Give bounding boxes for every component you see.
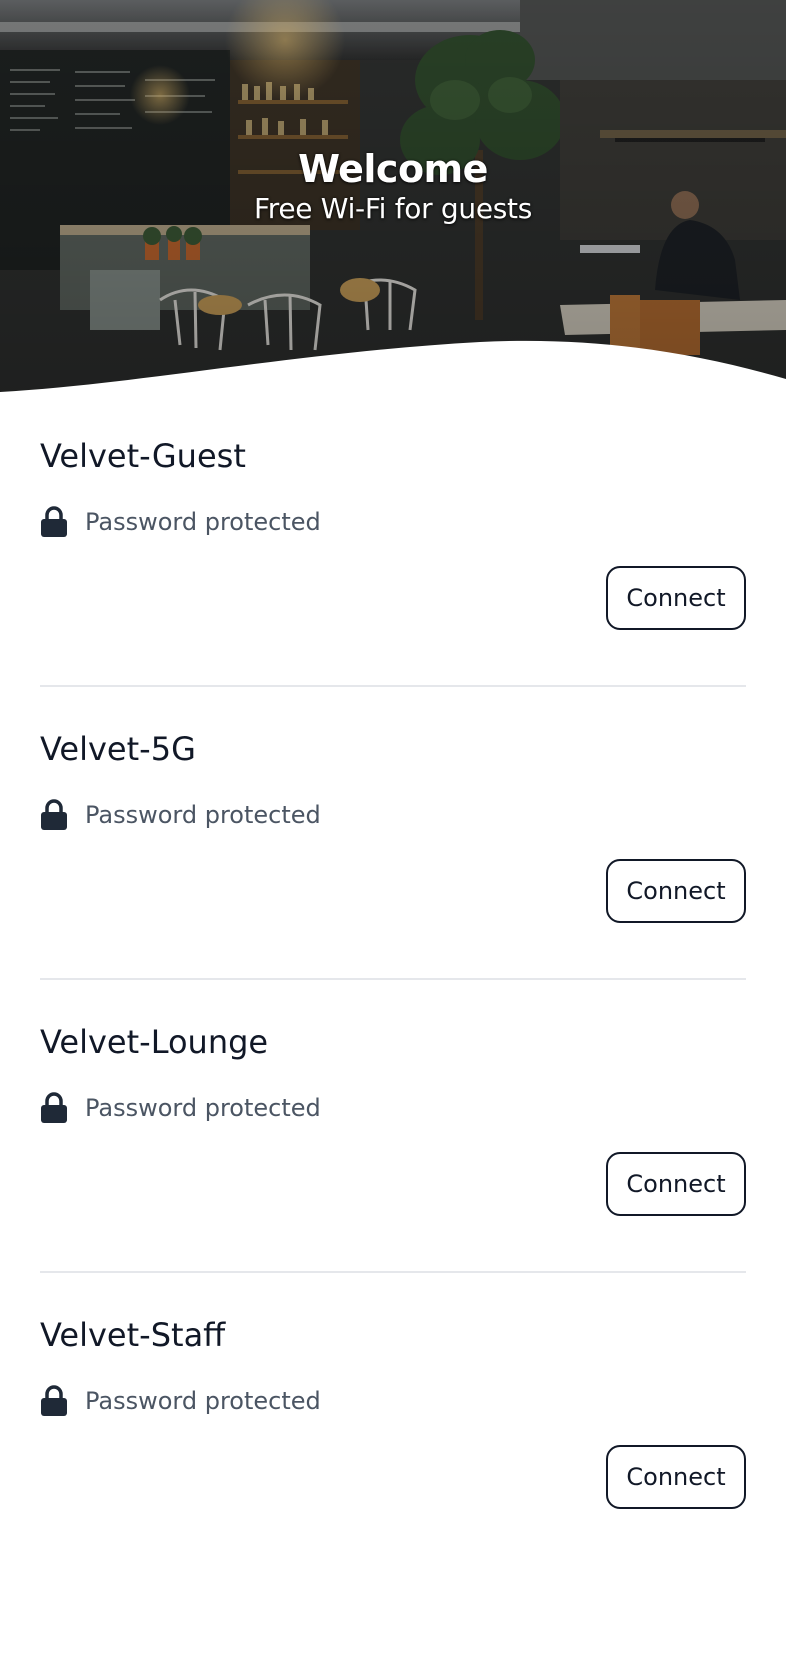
lock-icon	[41, 799, 67, 830]
connect-button[interactable]: Connect	[606, 1445, 746, 1509]
network-item: Velvet-Lounge Password protected Connect	[40, 980, 746, 1273]
lock-icon	[41, 1385, 67, 1416]
network-name: Velvet-Guest	[40, 437, 246, 475]
hero-wave-divider	[0, 340, 786, 394]
network-name: Velvet-5G	[40, 730, 196, 768]
security-label: Password protected	[85, 508, 321, 536]
network-security: Password protected	[40, 1092, 321, 1124]
connect-button[interactable]: Connect	[606, 859, 746, 923]
hero-title: Welcome	[298, 147, 488, 191]
connect-button[interactable]: Connect	[606, 1152, 746, 1216]
hero-banner: Welcome Free Wi-Fi for guests	[0, 0, 786, 394]
network-name: Velvet-Lounge	[40, 1023, 269, 1061]
lock-icon	[41, 506, 67, 537]
network-list: Velvet-Guest Password protected Connect …	[40, 394, 746, 1566]
security-label: Password protected	[85, 1094, 321, 1122]
hero-heading: Welcome Free Wi-Fi for guests	[0, 146, 786, 226]
lock-icon	[41, 1092, 67, 1123]
network-item: Velvet-Staff Password protected Connect	[40, 1273, 746, 1566]
hero-subtitle: Free Wi-Fi for guests	[253, 192, 533, 225]
security-label: Password protected	[85, 801, 321, 829]
network-security: Password protected	[40, 1385, 321, 1417]
network-name: Velvet-Staff	[40, 1316, 226, 1354]
network-item: Velvet-5G Password protected Connect	[40, 687, 746, 980]
connect-button[interactable]: Connect	[606, 566, 746, 630]
network-security: Password protected	[40, 506, 321, 538]
network-item: Velvet-Guest Password protected Connect	[40, 394, 746, 687]
network-security: Password protected	[40, 799, 321, 831]
security-label: Password protected	[85, 1387, 321, 1415]
